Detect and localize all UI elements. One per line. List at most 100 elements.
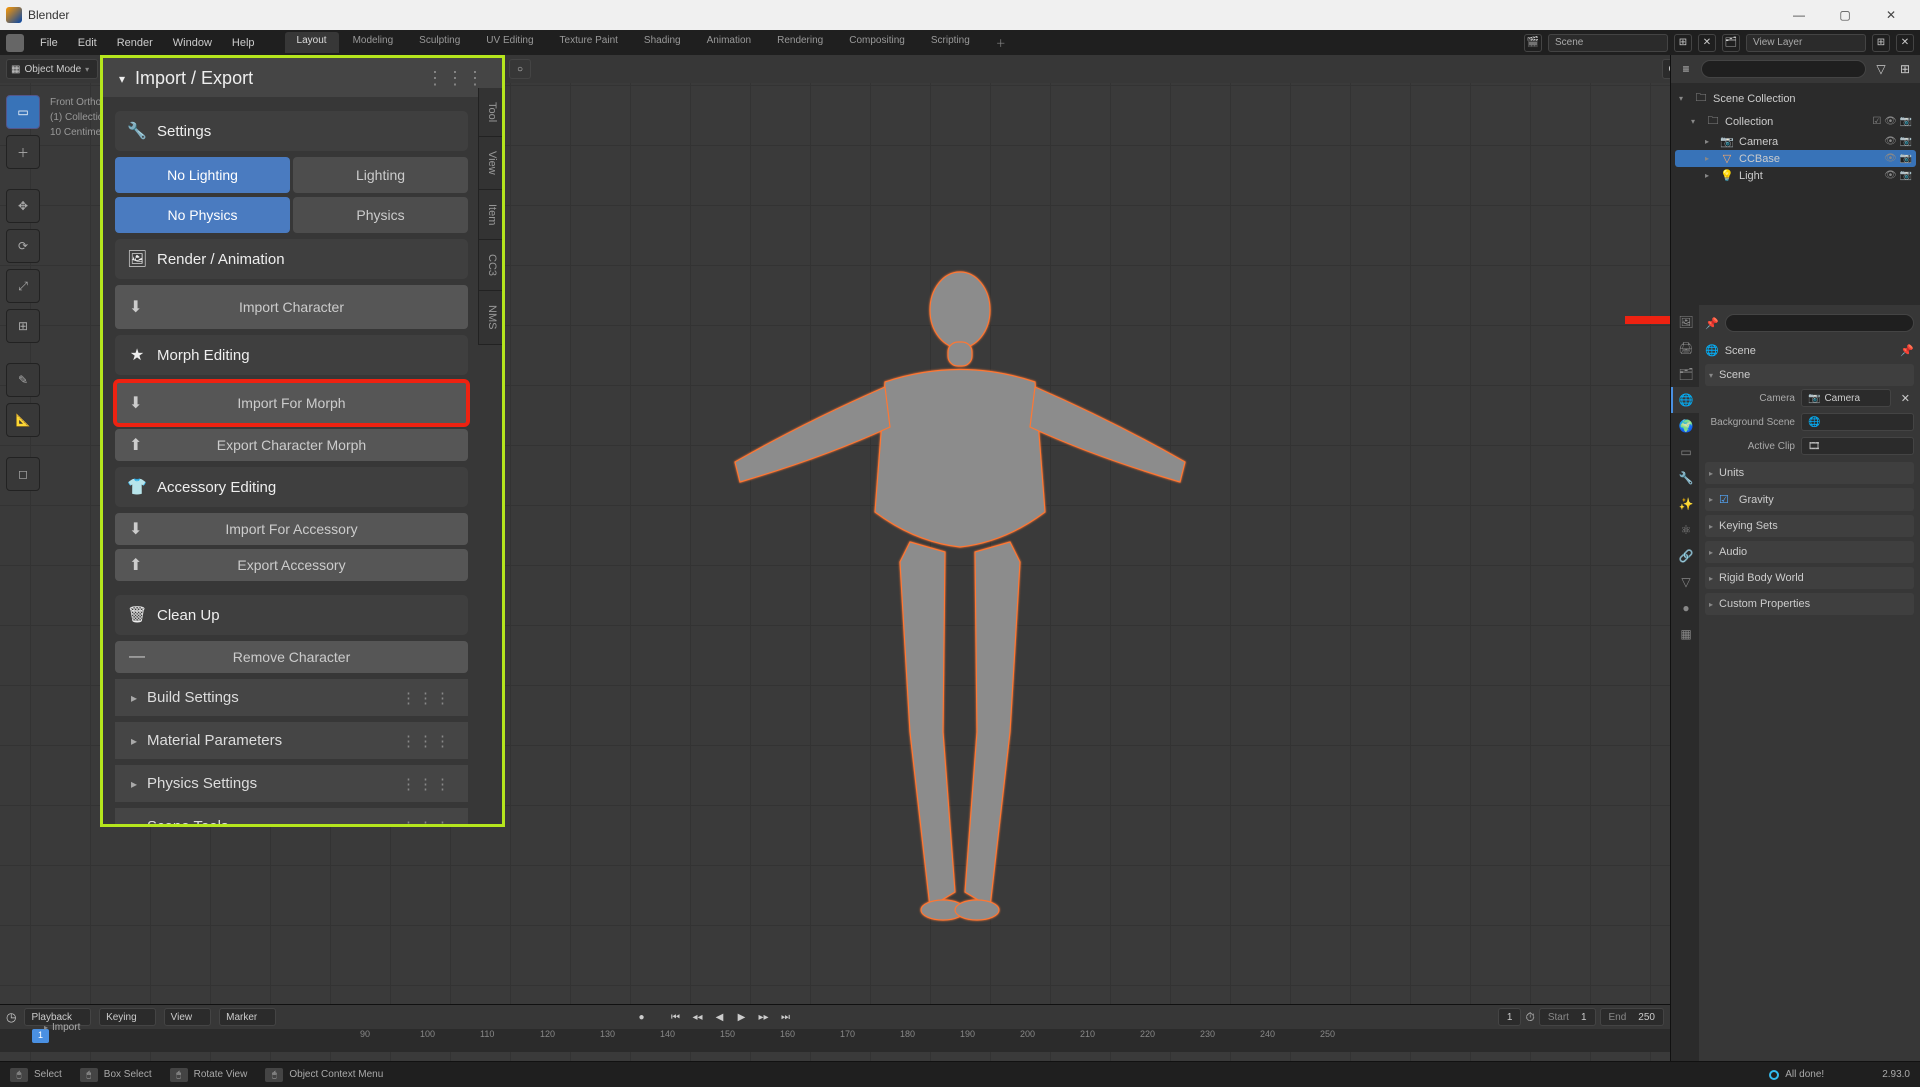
viewport-breadcrumb[interactable]: Import: [44, 1022, 80, 1033]
outliner-scene-collection[interactable]: ▾🗀Scene Collection: [1675, 87, 1916, 110]
prop-search[interactable]: [1725, 314, 1914, 332]
prop-tab-particles[interactable]: ✨: [1671, 491, 1699, 517]
clip-field[interactable]: 🎞: [1801, 437, 1914, 455]
outliner-item-light[interactable]: ▸💡Light👁 📷: [1675, 167, 1916, 184]
big-ntab-tool[interactable]: Tool: [478, 88, 502, 137]
big-physics-toggle[interactable]: Physics: [293, 197, 468, 233]
pin-button[interactable]: 📌: [1900, 344, 1914, 357]
tab-animation[interactable]: Animation: [695, 32, 763, 53]
big-import-for-morph-button[interactable]: ⬇Import For Morph: [115, 381, 468, 425]
prop-sect-units[interactable]: Units: [1705, 462, 1914, 484]
outliner-search[interactable]: [1701, 60, 1866, 78]
outliner-collection[interactable]: ▾🗀Collection☑ 👁 📷: [1675, 110, 1916, 133]
keying-menu[interactable]: Keying: [99, 1008, 156, 1026]
big-ntab-cc3[interactable]: CC3: [478, 240, 502, 291]
prop-tab-world[interactable]: 🌍: [1671, 413, 1699, 439]
tab-modeling[interactable]: Modeling: [341, 32, 406, 53]
scale-tool[interactable]: ⤢: [6, 269, 40, 303]
select-box-tool[interactable]: ▭: [6, 95, 40, 129]
big-ntab-item[interactable]: Item: [478, 190, 502, 240]
scene-input[interactable]: Scene: [1548, 34, 1668, 52]
big-physics-settings[interactable]: Physics Settings⋮⋮⋮: [115, 765, 468, 802]
prop-tab-constraint[interactable]: 🔗: [1671, 543, 1699, 569]
tab-texturepaint[interactable]: Texture Paint: [548, 32, 630, 53]
outliner-item-ccbase[interactable]: ▸▽CCBase👁 📷: [1675, 150, 1916, 167]
scene-new-button[interactable]: ⊞: [1674, 34, 1692, 52]
menu-edit[interactable]: Edit: [68, 34, 107, 52]
tab-compositing[interactable]: Compositing: [837, 32, 917, 53]
rotate-tool[interactable]: ⟳: [6, 229, 40, 263]
blender-icon[interactable]: [6, 34, 24, 52]
play-rev-button[interactable]: ◀: [709, 1008, 729, 1026]
prop-tab-viewlayer[interactable]: 🗂: [1671, 361, 1699, 387]
camera-field[interactable]: 📷 Camera: [1801, 389, 1891, 407]
prop-tab-texture[interactable]: ▦: [1671, 621, 1699, 647]
outliner-new-button[interactable]: ⊞: [1896, 62, 1914, 76]
viewlayer-new-button[interactable]: ⊞: [1872, 34, 1890, 52]
prop-tab-output[interactable]: 🖨: [1671, 335, 1699, 361]
proportional-button[interactable]: ○: [509, 59, 531, 79]
prop-sect-audio[interactable]: Audio: [1705, 541, 1914, 563]
big-import-acc-button[interactable]: ⬇Import For Accessory: [115, 513, 468, 545]
transform-tool[interactable]: ⊞: [6, 309, 40, 343]
clear-button[interactable]: ✕: [1897, 392, 1914, 405]
keyframe-next-button[interactable]: ▸▸: [753, 1008, 773, 1026]
jump-start-button[interactable]: ⏮: [665, 1008, 685, 1026]
tab-uvediting[interactable]: UV Editing: [474, 32, 545, 53]
outliner-filter-button[interactable]: ▽: [1872, 62, 1890, 76]
big-no-lighting-toggle[interactable]: No Lighting: [115, 157, 290, 193]
annotate-tool[interactable]: ✎: [6, 363, 40, 397]
character-mesh[interactable]: [685, 252, 1235, 932]
prop-sect-scene[interactable]: Scene: [1705, 364, 1914, 386]
start-frame-field[interactable]: Start1: [1539, 1008, 1596, 1026]
tab-add[interactable]: ＋: [984, 32, 1018, 53]
marker-menu[interactable]: Marker: [219, 1008, 276, 1026]
prop-tab-material[interactable]: ●: [1671, 595, 1699, 621]
menu-render[interactable]: Render: [107, 34, 163, 52]
big-material-params[interactable]: Material Parameters⋮⋮⋮: [115, 722, 468, 759]
current-frame-field[interactable]: 1: [1498, 1008, 1522, 1026]
big-import-character-button[interactable]: ⬇Import Character: [115, 285, 468, 329]
close-button[interactable]: ✕: [1868, 0, 1914, 30]
tab-scripting[interactable]: Scripting: [919, 32, 982, 53]
menu-window[interactable]: Window: [163, 34, 222, 52]
prop-sect-gravity[interactable]: ☑Gravity: [1705, 488, 1914, 511]
tab-sculpting[interactable]: Sculpting: [407, 32, 472, 53]
timeline-type-icon[interactable]: ◷: [6, 1010, 16, 1024]
big-build-settings[interactable]: Build Settings⋮⋮⋮: [115, 679, 468, 716]
prop-sect-rigidbody[interactable]: Rigid Body World: [1705, 567, 1914, 589]
autokey-button[interactable]: ●: [631, 1008, 651, 1026]
measure-tool[interactable]: 📐: [6, 403, 40, 437]
big-export-acc-button[interactable]: ⬆Export Accessory: [115, 549, 468, 581]
play-button[interactable]: ▶: [731, 1008, 751, 1026]
move-tool[interactable]: ✥: [6, 189, 40, 223]
viewlayer-del-button[interactable]: ✕: [1896, 34, 1914, 52]
prop-tab-physics[interactable]: ⚛: [1671, 517, 1699, 543]
end-frame-field[interactable]: End250: [1600, 1008, 1664, 1026]
prop-sect-keying[interactable]: Keying Sets: [1705, 515, 1914, 537]
maximize-button[interactable]: ▢: [1822, 0, 1868, 30]
scene-icon[interactable]: 🎬: [1524, 34, 1542, 52]
prop-tab-modifier[interactable]: 🔧: [1671, 465, 1699, 491]
menu-help[interactable]: Help: [222, 34, 265, 52]
tab-rendering[interactable]: Rendering: [765, 32, 835, 53]
menu-file[interactable]: File: [30, 34, 68, 52]
cursor-tool[interactable]: ＋: [6, 135, 40, 169]
timeline-ruler[interactable]: 1 90100110120130140150160170180190200210…: [0, 1029, 1670, 1053]
big-no-physics-toggle[interactable]: No Physics: [115, 197, 290, 233]
prop-tab-object[interactable]: ▭: [1671, 439, 1699, 465]
mode-select[interactable]: ▦ Object Mode ▾: [6, 59, 98, 79]
minimize-button[interactable]: —: [1776, 0, 1822, 30]
viewlayer-input[interactable]: View Layer: [1746, 34, 1866, 52]
big-lighting-toggle[interactable]: Lighting: [293, 157, 468, 193]
outliner-type-icon[interactable]: ≡: [1677, 62, 1695, 76]
clock-icon[interactable]: ⏱: [1525, 1010, 1534, 1025]
big-remove-char-button[interactable]: —Remove Character: [115, 641, 468, 673]
big-ntab-view[interactable]: View: [478, 137, 502, 190]
jump-end-button[interactable]: ⏭: [775, 1008, 795, 1026]
big-title[interactable]: Import / Export⋮⋮⋮: [103, 58, 502, 97]
big-export-morph-button[interactable]: ⬆Export Character Morph: [115, 429, 468, 461]
tab-shading[interactable]: Shading: [632, 32, 693, 53]
prop-tab-render[interactable]: 🖼: [1671, 309, 1699, 335]
big-ntab-nms[interactable]: NMS: [478, 291, 502, 344]
